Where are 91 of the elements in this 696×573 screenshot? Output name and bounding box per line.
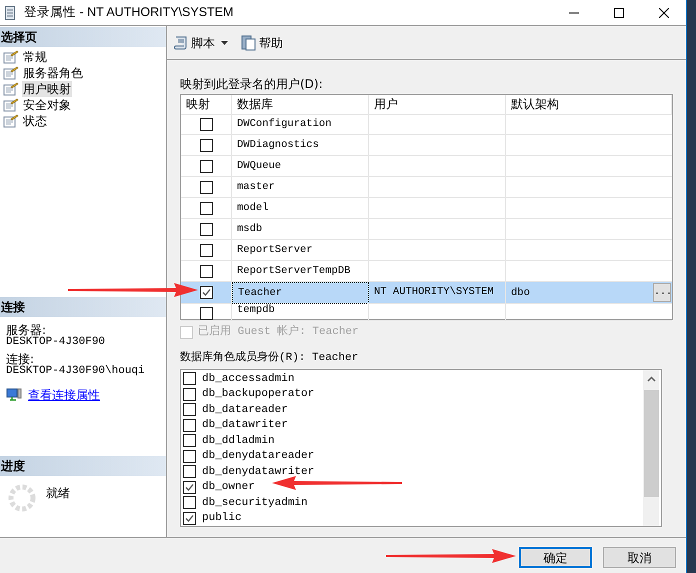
role-name: db_accessadmin [202,372,294,386]
script-button[interactable]: 脚本 [173,34,231,52]
table-cell: msdb [232,219,369,240]
column-header[interactable]: 数据库 [232,95,369,115]
table-cell: master [232,177,369,198]
table-cell: Teacher [232,282,369,304]
table-cell: NT AUTHORITY\SYSTEM [369,282,506,304]
guest-label: 已启用 Guest 帐户: Teacher [198,324,359,340]
checkbox[interactable] [183,388,196,401]
scrollbar[interactable] [643,370,659,526]
role-name: db_backupoperator [202,387,314,402]
table-row[interactable]: tempdb [181,303,672,319]
dialog-button[interactable]: 取消 [603,547,676,568]
document-icon [241,34,257,50]
role-name: db_owner [202,480,255,494]
spinner-icon [8,484,36,512]
table-row[interactable]: model [181,198,672,219]
scroll-icon [173,34,189,50]
sidebar-item[interactable]: 状态 [22,113,48,129]
page-icon [3,114,19,128]
table-cell-text: dbo [511,286,530,300]
table-row[interactable]: ReportServer [181,240,672,261]
table-row[interactable]: Teacher NT AUTHORITY\SYSTEM dbo ... [181,282,672,303]
table-cell: tempdb [232,303,369,321]
table-cell: DWDiagnostics [232,135,369,156]
checkbox[interactable] [200,307,212,320]
checkbox[interactable] [183,512,196,525]
server-name: DESKTOP-4J30F90 [6,336,106,348]
page-icon [3,98,19,112]
checkbox[interactable] [200,244,212,257]
table-row[interactable]: DWDiagnostics [181,135,672,156]
page-icon [3,66,19,80]
dialog-button[interactable]: 确定 [519,547,592,568]
checkbox[interactable] [183,465,196,478]
column-header[interactable]: 默认架构 [506,95,672,115]
section-header: 选择页 [0,27,166,47]
column-header[interactable]: 映射 [181,95,232,115]
connection-label: 连接: [6,353,34,365]
roles-label: 数据库角色成员身份(R): Teacher [180,351,360,365]
role-name: db_securityadmin [202,496,308,510]
table-cell: ReportServer [232,240,369,261]
window-title: 登录属性 - NT AUTHORITY\SYSTEM [24,4,234,22]
table-row[interactable]: DWQueue [181,156,672,177]
help-button[interactable]: 帮助 [241,34,283,52]
role-name: db_datareader [202,402,288,417]
role-name: db_datawriter [202,418,288,432]
checkbox[interactable] [200,160,212,173]
checkbox[interactable] [200,139,212,152]
checkbox[interactable] [183,450,196,463]
checkbox[interactable] [200,181,212,194]
checkbox[interactable] [183,480,196,494]
window-icon [5,6,15,20]
checkbox[interactable] [200,286,212,299]
column-header[interactable]: 用户 [369,95,506,115]
browse-button[interactable]: ... [653,283,671,302]
table-cell: DWQueue [232,156,369,177]
sidebar-item[interactable]: 安全对象 [22,97,72,113]
sidebar-item[interactable]: 用户映射 [22,81,72,97]
table-row[interactable]: master [181,177,672,198]
role-name: db_ddladmin [202,434,275,448]
checkbox[interactable] [200,265,212,278]
role-name: public [202,511,242,526]
role-name: db_denydatareader [202,449,314,464]
checkbox[interactable] [200,202,212,215]
checkbox[interactable] [200,118,212,131]
page-icon [3,50,19,64]
checkbox[interactable] [183,496,196,510]
scroll-up-icon[interactable] [646,376,656,382]
checkbox[interactable] [183,434,196,448]
role-name: db_denydatawriter [202,464,314,479]
sidebar-item[interactable]: 服务器角色 [22,65,84,81]
checkbox[interactable] [183,418,196,432]
checkbox[interactable] [200,223,212,236]
connection-name: DESKTOP-4J30F90\houqi [6,365,146,377]
table-cell: model [232,198,369,219]
server-label: 服务器: [6,324,46,336]
status-text: 就绪 [46,485,70,502]
mapping-label: 映射到此登录名的用户(D): [180,77,324,91]
checkbox[interactable] [183,403,196,416]
connection-properties-link[interactable]: 查看连接属性 [28,386,100,404]
sidebar-item[interactable]: 常规 [22,49,48,65]
close-icon [658,8,668,18]
maximize-icon [614,8,624,18]
page-icon [3,82,19,96]
table-row[interactable]: msdb [181,219,672,240]
table-cell: DWConfiguration [232,114,369,135]
computer-icon [6,388,22,402]
section-header: 进度 [0,456,166,476]
table-row[interactable]: DWConfiguration [181,114,672,135]
section-header: 连接 [0,297,166,317]
checkbox[interactable] [183,372,196,386]
